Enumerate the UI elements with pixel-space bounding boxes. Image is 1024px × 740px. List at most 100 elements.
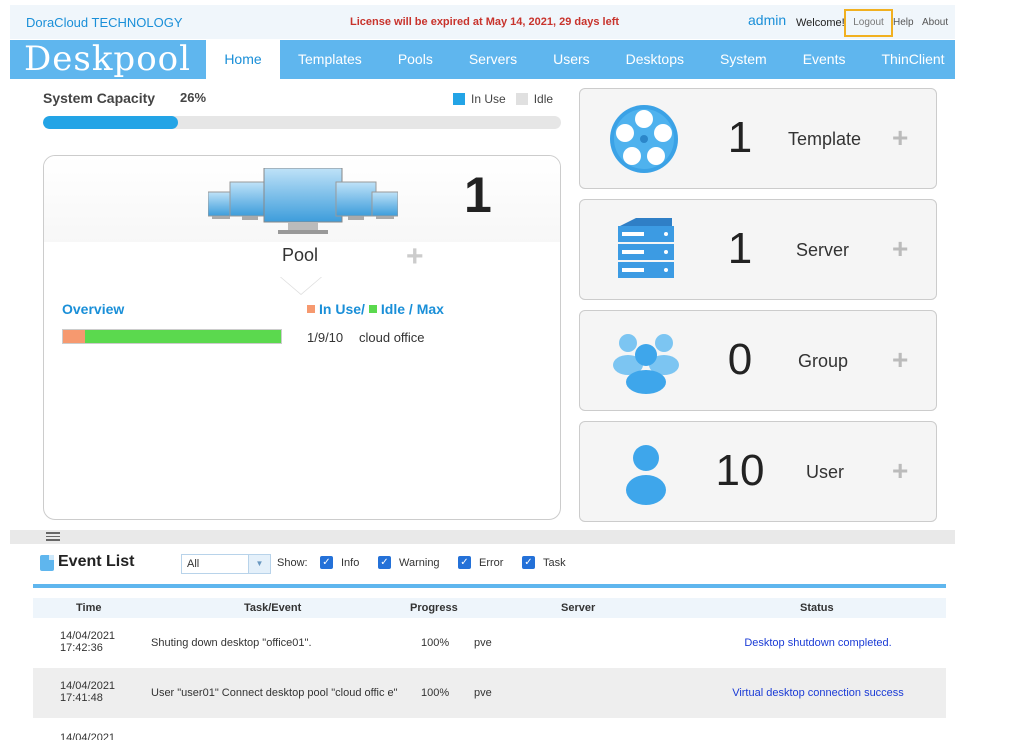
desktop-monitors-icon	[208, 168, 398, 234]
group-card[interactable]: 0 Group +	[579, 310, 937, 411]
user-group-icon	[613, 334, 679, 394]
document-icon	[40, 555, 54, 571]
help-link[interactable]: Help	[893, 17, 914, 28]
event-time-cell: 14/04/2021 17:42:36	[60, 630, 115, 654]
overview-legend-idle: Idle / Max	[380, 301, 444, 317]
table-row[interactable]: 14/04/2021 17:41:48 User "user01" Connec…	[33, 668, 946, 718]
nav-events[interactable]: Events	[785, 40, 864, 79]
group-count: 0	[727, 335, 753, 384]
deskpool-app: DoraCloud TECHNOLOGY License will be exp…	[0, 0, 1024, 740]
info-checkbox-label: Info	[341, 556, 360, 569]
nav-home[interactable]: Home	[206, 40, 280, 79]
deskpool-logo: Deskpool	[24, 39, 192, 79]
info-checkbox[interactable]: ✓ Info	[320, 556, 359, 569]
event-filter-value: All	[187, 558, 200, 570]
checkbox-checked-icon[interactable]: ✓	[522, 556, 535, 569]
event-status: Desktop shutdown completed.	[744, 637, 892, 649]
overview-title: Overview	[62, 301, 125, 317]
col-status[interactable]: Status	[800, 602, 834, 614]
task-checkbox[interactable]: ✓ Task	[522, 556, 566, 569]
pool-count: 1	[464, 167, 492, 223]
logout-link[interactable]: Logout	[844, 9, 893, 37]
add-pool-button[interactable]: +	[406, 240, 424, 274]
idle-square-icon	[368, 305, 377, 313]
splitter-grip-icon[interactable]	[46, 532, 60, 541]
task-checkbox-label: Task	[543, 556, 566, 569]
template-card[interactable]: 1 Template +	[579, 88, 937, 189]
capacity-bar	[43, 116, 561, 129]
table-row[interactable]: 14/04/2021 17:42:36 Shuting down desktop…	[33, 618, 946, 668]
template-count: 1	[727, 113, 753, 162]
nav-desktops[interactable]: Desktops	[608, 40, 702, 79]
col-progress[interactable]: Progress	[410, 602, 458, 614]
pool-pointer-arrow-inner	[281, 277, 321, 294]
film-reel-icon	[610, 105, 678, 173]
event-date: 14/04/2021	[60, 732, 116, 740]
chevron-down-icon[interactable]: ▼	[248, 555, 270, 573]
main-nav-bar: Deskpool Home Templates Pools Servers Us…	[10, 40, 955, 79]
about-link[interactable]: About	[922, 17, 948, 28]
error-checkbox-label: Error	[479, 556, 504, 569]
user-card[interactable]: 10 User +	[579, 421, 937, 522]
event-time: 17:41:48	[60, 692, 103, 704]
event-server: pve	[474, 637, 492, 649]
overview-legend-inuse: In Use/	[319, 301, 365, 317]
idle-swatch	[515, 93, 528, 105]
add-template-button[interactable]: +	[892, 122, 908, 154]
pool-name-link[interactable]: cloud office	[359, 330, 425, 345]
user-icon	[626, 445, 666, 505]
col-task[interactable]: Task/Event	[244, 602, 301, 614]
nav-pools[interactable]: Pools	[380, 40, 451, 79]
nav-users[interactable]: Users	[535, 40, 608, 79]
nav-templates[interactable]: Templates	[280, 40, 380, 79]
nav-thinclient[interactable]: ThinClient	[864, 40, 963, 79]
event-task: Shuting down desktop "office01".	[151, 637, 312, 649]
welcome-text: Welcome!	[796, 17, 845, 29]
server-rack-icon	[618, 218, 674, 278]
inuse-square-icon	[307, 305, 315, 313]
server-count: 1	[727, 224, 753, 273]
pool-label[interactable]: Pool	[282, 245, 318, 266]
server-card[interactable]: 1 Server +	[579, 199, 937, 300]
event-task: User "user01" Connect desktop pool "clou…	[151, 687, 398, 699]
nav-servers[interactable]: Servers	[451, 40, 535, 79]
license-notice: License will be expired at May 14, 2021,…	[350, 16, 620, 28]
event-date: 14/04/2021	[60, 630, 116, 642]
event-filter-select[interactable]: All ▼	[181, 554, 271, 574]
template-label: Template	[788, 129, 862, 149]
top-bar: DoraCloud TECHNOLOGY License will be exp…	[10, 5, 955, 39]
pool-panel: 1 Pool + Overview In Use/ Idle / Max 1/9…	[43, 155, 561, 520]
nav-system[interactable]: System	[702, 40, 785, 79]
error-checkbox[interactable]: ✓ Error	[458, 556, 503, 569]
add-server-button[interactable]: +	[892, 233, 908, 265]
user-count: 10	[715, 446, 765, 495]
event-date: 14/04/2021	[60, 680, 116, 692]
show-label: Show:	[277, 557, 308, 569]
pool-usage-idle	[84, 330, 281, 343]
col-time[interactable]: Time	[76, 602, 101, 614]
pool-usage-inuse	[63, 330, 85, 343]
current-user[interactable]: admin	[748, 12, 786, 28]
event-list-rule	[33, 584, 946, 588]
brand-link[interactable]: DoraCloud TECHNOLOGY	[26, 15, 183, 30]
event-progress: 100%	[421, 687, 450, 699]
capacity-legend: In Use Idle	[453, 92, 553, 106]
col-server[interactable]: Server	[561, 602, 595, 614]
warning-checkbox[interactable]: ✓ Warning	[378, 556, 440, 569]
pool-usage-bar[interactable]	[62, 329, 282, 344]
add-user-button[interactable]: +	[892, 455, 908, 487]
checkbox-checked-icon[interactable]: ✓	[378, 556, 391, 569]
pool-usage-ratio: 1/9/10	[307, 330, 344, 345]
main-nav: Home Templates Pools Servers Users Deskt…	[206, 40, 963, 79]
checkbox-checked-icon[interactable]: ✓	[458, 556, 471, 569]
table-row[interactable]: 14/04/2021	[33, 718, 946, 740]
overview-legend: In Use/ Idle / Max	[307, 301, 444, 317]
panel-splitter[interactable]	[10, 530, 955, 544]
event-status: Virtual desktop connection success	[732, 687, 904, 699]
capacity-title: System Capacity	[43, 90, 156, 106]
event-server: pve	[474, 687, 492, 699]
event-time-cell: 14/04/2021 17:41:48	[60, 680, 115, 704]
warning-checkbox-label: Warning	[399, 556, 440, 569]
checkbox-checked-icon[interactable]: ✓	[320, 556, 333, 569]
add-group-button[interactable]: +	[892, 344, 908, 376]
